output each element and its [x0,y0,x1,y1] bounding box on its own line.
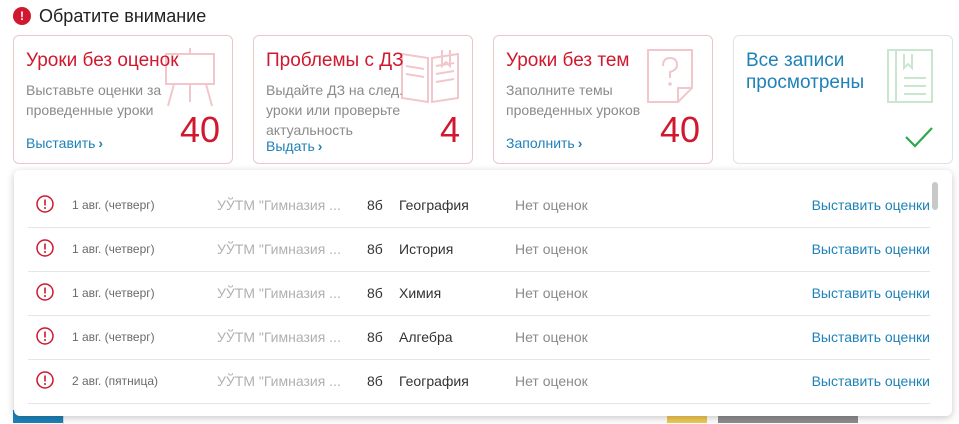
fill-topics-link[interactable]: Заполнить › [506,135,582,151]
link-label: Заполнить [506,135,575,151]
school-name: УЎТМ "Гимназия ... [217,329,341,345]
scrollbar-thumb[interactable] [932,182,938,210]
class-name: 8б [367,329,383,345]
page-title: Обратите внимание [39,5,207,26]
class-name: 8б [367,241,383,257]
lesson-date: 1 авг. (четверг) [72,198,155,212]
grade-status: Нет оценок [515,197,588,213]
subject-name: Химия [399,285,442,301]
checkmark-icon [905,127,933,148]
card-lessons-without-topics[interactable]: Уроки без тем Заполните темы проведенных… [493,35,713,164]
set-grades-link[interactable]: Выставить › [26,135,103,151]
scrollbar[interactable] [932,178,940,408]
warning-circle-icon [36,371,54,389]
grade-status: Нет оценок [515,373,588,389]
chevron-right-icon: › [577,135,583,151]
card-count: 4 [439,109,460,150]
school-name: УЎТМ "Гимназия ... [217,285,341,301]
card-description: Выдайте ДЗ на след. уроки или проверьте … [266,82,404,138]
exclamation-icon: ! [13,7,31,25]
card-all-reviewed: Все записи просмотрены [733,35,953,164]
bottom-text-fragment [718,416,858,423]
grade-status: Нет оценок [515,285,588,301]
lesson-date: 1 авг. (четверг) [72,330,155,344]
grade-status: Нет оценок [515,329,588,345]
table-row: 1 авг. (четверг) УЎТМ "Гимназия ... 8б А… [28,315,930,360]
card-count: 40 [659,109,700,150]
card-lessons-without-grades[interactable]: Уроки без оценок Выставьте оценки за про… [13,35,233,164]
card-description: Выставьте оценки за проведенные уроки [26,82,162,118]
table-row: 2 авг. (пятница) УЎТМ "Гимназия ... 8б Г… [28,359,930,404]
lesson-date: 1 авг. (четверг) [72,286,155,300]
subject-name: История [399,241,454,257]
card-count: 40 [179,109,220,150]
card-title: Уроки без тем [506,50,630,71]
lesson-date: 2 авг. (пятница) [72,374,158,388]
set-grades-button[interactable]: Выставить оценки [812,227,930,271]
warning-circle-icon [36,195,54,213]
set-grades-button[interactable]: Выставить оценки [812,271,930,315]
chevron-right-icon: › [98,135,104,151]
class-name: 8б [367,285,383,301]
warning-circle-icon [36,327,54,345]
give-homework-link[interactable]: Выдать › [266,138,322,154]
card-title: Уроки без оценок [26,50,179,71]
table-row: 1 авг. (четверг) УЎТМ "Гимназия ... 8б Х… [28,271,930,316]
lesson-date: 1 авг. (четверг) [72,242,155,256]
subject-name: География [399,373,469,389]
warning-circle-icon [36,283,54,301]
subject-name: Алгебра [399,329,453,345]
school-name: УЎТМ "Гимназия ... [217,373,341,389]
card-title: Все записи просмотрены [746,50,865,93]
lessons-list-panel: 1 авг. (четверг) УЎТМ "Гимназия ... 8б Г… [14,170,952,416]
attention-header: ! Обратите внимание [13,4,206,28]
table-row: 1 авг. (четверг) УЎТМ "Гимназия ... 8б Г… [28,183,930,228]
card-title: Проблемы с ДЗ [266,50,404,71]
class-name: 8б [367,197,383,213]
grade-status: Нет оценок [515,241,588,257]
link-label: Выставить [26,135,96,151]
journal-icon [887,49,933,103]
table-row: 1 авг. (четверг) УЎТМ "Гимназия ... 8б И… [28,227,930,272]
card-description: Заполните темы проведенных уроков [506,82,641,118]
chevron-right-icon: › [317,138,323,154]
set-grades-button[interactable]: Выставить оценки [812,315,930,359]
link-label: Выдать [266,138,315,154]
school-name: УЎТМ "Гимназия ... [217,241,341,257]
warning-circle-icon [36,239,54,257]
class-name: 8б [367,373,383,389]
school-name: УЎТМ "Гимназия ... [217,197,341,213]
set-grades-button[interactable]: Выставить оценки [812,359,930,403]
subject-name: География [399,197,469,213]
card-homework-problems[interactable]: Проблемы с ДЗ Выдайте ДЗ на след. уроки … [253,35,473,164]
set-grades-button[interactable]: Выставить оценки [812,183,930,227]
